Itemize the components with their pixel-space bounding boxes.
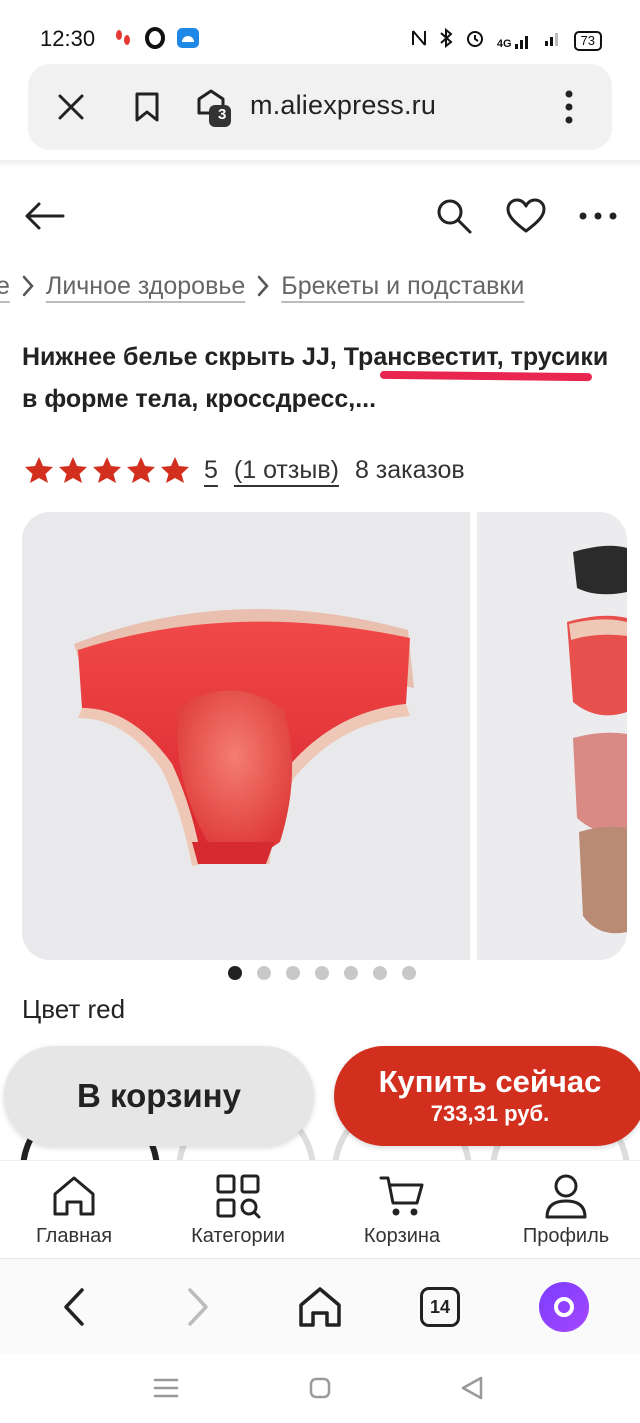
status-time: 12:30 [40, 26, 96, 51]
add-to-cart-button[interactable]: В корзину [4, 1046, 314, 1146]
star-icon [161, 457, 189, 483]
menu-kebab-icon[interactable] [546, 84, 592, 130]
star-icon [93, 457, 121, 483]
star-icon [59, 457, 87, 483]
search-icon[interactable] [430, 192, 478, 240]
bookmark-icon[interactable] [124, 84, 170, 130]
recent-apps-icon[interactable] [148, 1370, 184, 1406]
gallery-pagination [228, 966, 416, 980]
gallery-dot[interactable] [402, 966, 416, 980]
back-arrow-icon[interactable] [20, 192, 68, 240]
nav-item-categories[interactable]: Категории [168, 1171, 308, 1248]
nav-label-profile: Профиль [522, 1225, 610, 1247]
status-bar: 12:30 4G 73 [0, 0, 640, 70]
signal-2-icon [544, 29, 562, 52]
close-icon[interactable] [48, 84, 94, 130]
tabs-badge: 3 [218, 106, 227, 123]
bottom-nav: Главная Категории Корзина Профиль [0, 1160, 640, 1256]
alarm-icon [465, 28, 485, 53]
signal-icon: 4G [497, 32, 532, 50]
chevron-right-icon [245, 274, 281, 298]
nav-label-cart: Корзина [363, 1225, 441, 1247]
product-gallery[interactable] [22, 512, 640, 960]
breadcrumb-item-braces[interactable]: Брекеты и подставки [281, 272, 524, 301]
breadcrumb: е Личное здоровье Брекеты и подставки [0, 266, 640, 306]
browser-back-icon[interactable] [48, 1281, 100, 1333]
gallery-dot[interactable] [257, 966, 271, 980]
home-icon [49, 1171, 99, 1221]
url-field[interactable]: m.aliexpress.ru [250, 90, 436, 121]
tabs-switcher[interactable]: 14 [414, 1281, 466, 1333]
buy-now-price: 733,31 руб. [430, 1101, 550, 1126]
color-label: Цвет red [22, 994, 126, 1024]
favorite-heart-icon[interactable] [502, 192, 550, 240]
network-type: 4G [496, 37, 512, 50]
divider [0, 160, 640, 168]
gallery-image-main[interactable] [22, 512, 470, 960]
breadcrumb-item-health[interactable]: Личное здоровье [46, 272, 245, 301]
page-header [0, 180, 640, 250]
site-protect-icon[interactable]: 3 [192, 84, 238, 130]
gallery-dot[interactable] [344, 966, 358, 980]
system-back-icon[interactable] [454, 1370, 490, 1406]
opera-icon [144, 27, 166, 54]
nav-item-home[interactable]: Главная [4, 1171, 144, 1248]
browser-toolbar: 14 [0, 1258, 640, 1354]
breadcrumb-item-partial[interactable]: е [0, 272, 10, 301]
cart-icon [377, 1171, 427, 1221]
star-icon [127, 457, 155, 483]
alice-assistant-icon[interactable] [538, 1281, 590, 1333]
browser-address-bar: 3 m.aliexpress.ru [28, 64, 612, 150]
orders-count: 8 заказов [354, 455, 465, 484]
footprints-icon [112, 27, 134, 54]
battery-icon: 73 [573, 30, 602, 51]
profile-icon [541, 1171, 591, 1221]
gallery-image-next[interactable] [477, 512, 627, 960]
alice-logo [539, 1282, 589, 1332]
nav-label-categories: Категории [191, 1225, 285, 1247]
product-title: Нижнее белье скрыть JJ, Трансвестит, тру… [22, 343, 609, 413]
rating-stars [24, 456, 190, 484]
browser-forward-icon[interactable] [172, 1281, 224, 1333]
more-dots-icon[interactable] [574, 192, 622, 240]
nav-item-profile[interactable]: Профиль [496, 1171, 636, 1248]
rating-row: 5 (1 отзыв) 8 заказов [24, 450, 465, 490]
android-app-icon [176, 27, 200, 54]
categories-icon [213, 1171, 263, 1221]
buy-now-button[interactable]: Купить сейчас 733,31 руб. [334, 1046, 640, 1146]
gallery-dot-active[interactable] [228, 966, 242, 980]
tabs-count: 14 [420, 1287, 460, 1327]
bluetooth-icon [439, 27, 453, 53]
nfc-icon [411, 29, 427, 52]
gallery-dot[interactable] [286, 966, 300, 980]
chevron-right-icon [10, 274, 46, 298]
status-notification-icons [112, 27, 200, 54]
gallery-dot[interactable] [373, 966, 387, 980]
rating-value[interactable]: 5 [204, 456, 218, 485]
star-icon [25, 457, 53, 483]
buy-now-label: Купить сейчас [378, 1064, 602, 1099]
system-home-icon[interactable] [302, 1370, 338, 1406]
nav-item-cart[interactable]: Корзина [332, 1171, 472, 1248]
system-nav-bar [0, 1354, 640, 1423]
gallery-dot[interactable] [315, 966, 329, 980]
nav-label-home: Главная [35, 1225, 113, 1247]
reviews-link[interactable]: (1 отзыв) [234, 456, 339, 485]
browser-home-icon[interactable] [294, 1281, 346, 1333]
status-system-icons: 4G 73 [411, 27, 602, 53]
